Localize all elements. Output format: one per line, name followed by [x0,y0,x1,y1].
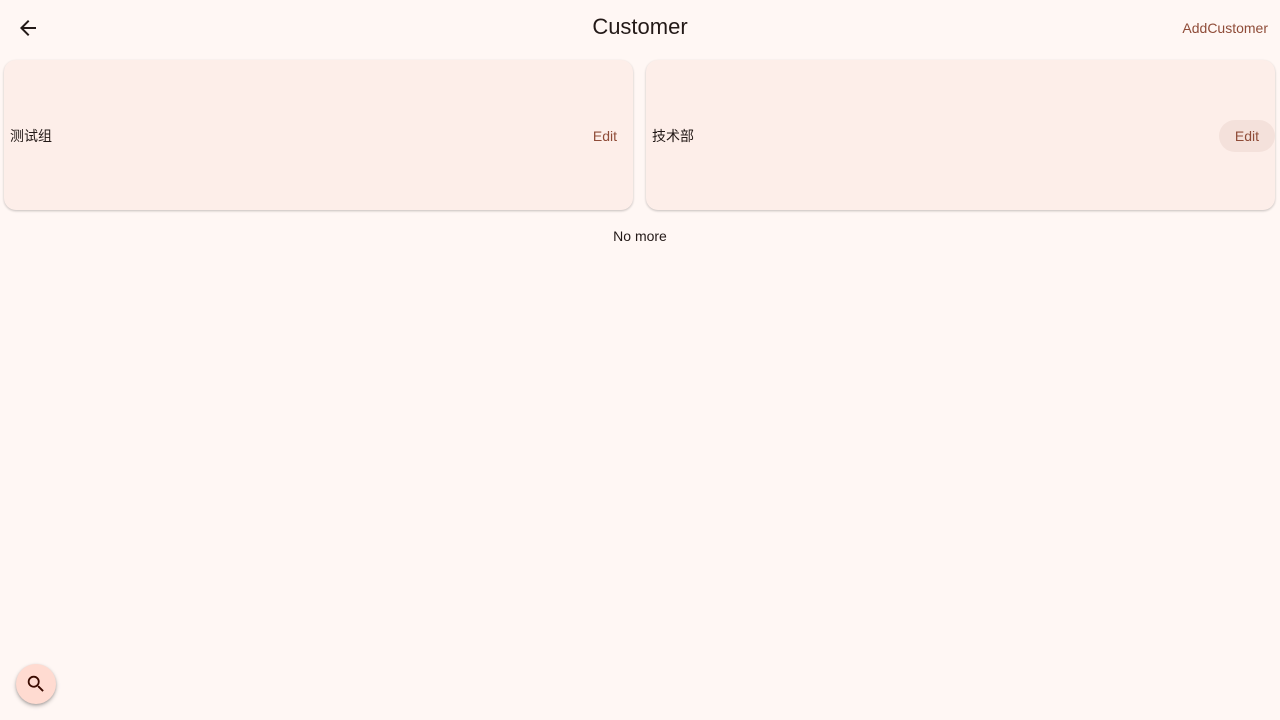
search-fab[interactable] [16,664,56,704]
edit-button[interactable]: Edit [577,120,633,152]
edit-button[interactable]: Edit [1218,120,1275,152]
customer-card[interactable]: 测试组 Edit [4,60,633,210]
search-icon [27,675,44,692]
customer-name: 测试组 [10,128,52,144]
app-root: Customer AddCustomer 测试组 Edit 技术部 Edit N… [0,0,1280,720]
page-title: Customer [592,14,688,39]
customer-name: 技术部 [652,128,694,144]
add-customer-button[interactable]: AddCustomer [1178,12,1272,44]
app-bar: Customer AddCustomer [0,0,1280,56]
customer-grid: 测试组 Edit 技术部 Edit [4,60,1276,210]
list-end-indicator: No more [613,228,667,244]
customer-card[interactable]: 技术部 Edit [646,60,1275,210]
